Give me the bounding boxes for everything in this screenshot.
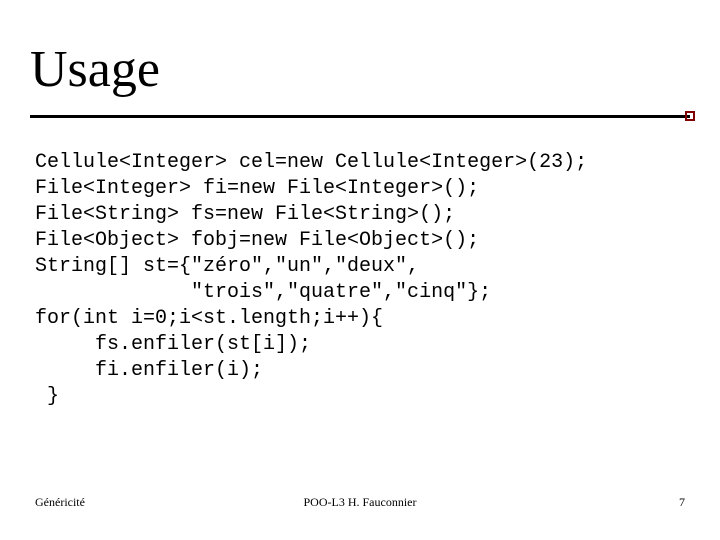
title-rule bbox=[30, 115, 690, 118]
decor-square bbox=[685, 111, 695, 121]
slide: Usage Cellule<Integer> cel=new Cellule<I… bbox=[0, 0, 720, 540]
footer-center: POO-L3 H. Fauconnier bbox=[0, 495, 720, 510]
code-block: Cellule<Integer> cel=new Cellule<Integer… bbox=[35, 150, 587, 410]
footer-page-number: 7 bbox=[679, 495, 685, 510]
slide-title: Usage bbox=[30, 40, 160, 99]
